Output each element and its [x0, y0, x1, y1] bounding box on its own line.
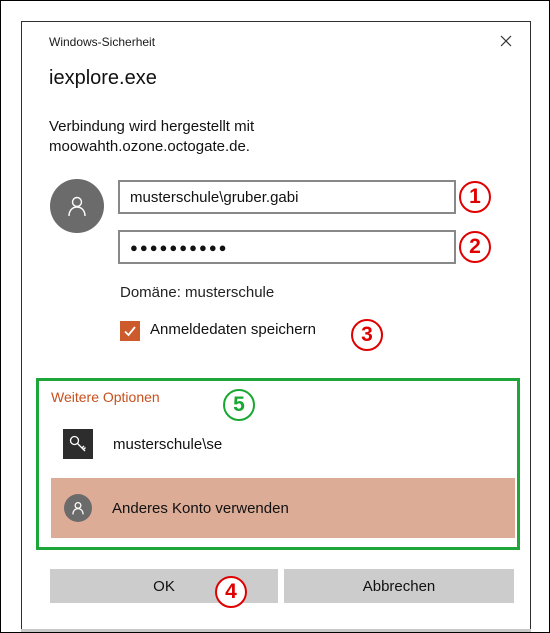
windows-security-dialog: Windows-Sicherheit iexplore.exe Verbindu…: [21, 21, 531, 632]
remember-label[interactable]: Anmeldedaten speichern: [150, 321, 316, 338]
connection-message: Verbindung wird hergestellt mit moowahth…: [49, 117, 469, 157]
password-field[interactable]: ●●●●●●●●●●: [118, 230, 456, 264]
message-line-1: Verbindung wird hergestellt mit: [49, 118, 255, 135]
option-saved-account-label: musterschule\se: [113, 435, 223, 453]
password-value: ●●●●●●●●●●: [130, 239, 229, 255]
window-title: Windows-Sicherheit: [49, 35, 156, 49]
avatar-small: [64, 494, 92, 522]
option-other-account-label: Anderes Konto verwenden: [112, 499, 289, 517]
annotation-badge-4: 4: [215, 576, 247, 608]
annotation-badge-1: 1: [459, 181, 491, 213]
close-icon: [500, 35, 512, 47]
app-name: iexplore.exe: [49, 67, 157, 89]
close-button[interactable]: [492, 28, 520, 54]
username-field[interactable]: musterschule\gruber.gabi: [118, 180, 456, 214]
remember-checkbox[interactable]: [120, 321, 140, 341]
annotation-badge-2: 2: [459, 231, 491, 263]
user-icon: [68, 196, 86, 217]
annotation-badge-3: 3: [351, 319, 383, 351]
message-line-2: moowahth.ozone.octogate.de.: [49, 138, 250, 155]
more-options-header[interactable]: Weitere Optionen: [51, 389, 160, 405]
option-other-account[interactable]: Anderes Konto verwenden: [51, 478, 515, 538]
key-icon: [69, 435, 86, 452]
key-icon-box: [63, 429, 93, 459]
domain-label: Domäne: musterschule: [120, 284, 275, 301]
avatar: [50, 179, 104, 233]
cancel-button[interactable]: Abbrechen: [284, 569, 514, 603]
user-icon: [72, 501, 84, 515]
screenshot-frame: Windows-Sicherheit iexplore.exe Verbindu…: [0, 0, 550, 633]
option-saved-account[interactable]: musterschule\se: [51, 414, 515, 474]
checkmark-icon: [124, 326, 136, 337]
username-value: musterschule\gruber.gabi: [130, 188, 299, 206]
